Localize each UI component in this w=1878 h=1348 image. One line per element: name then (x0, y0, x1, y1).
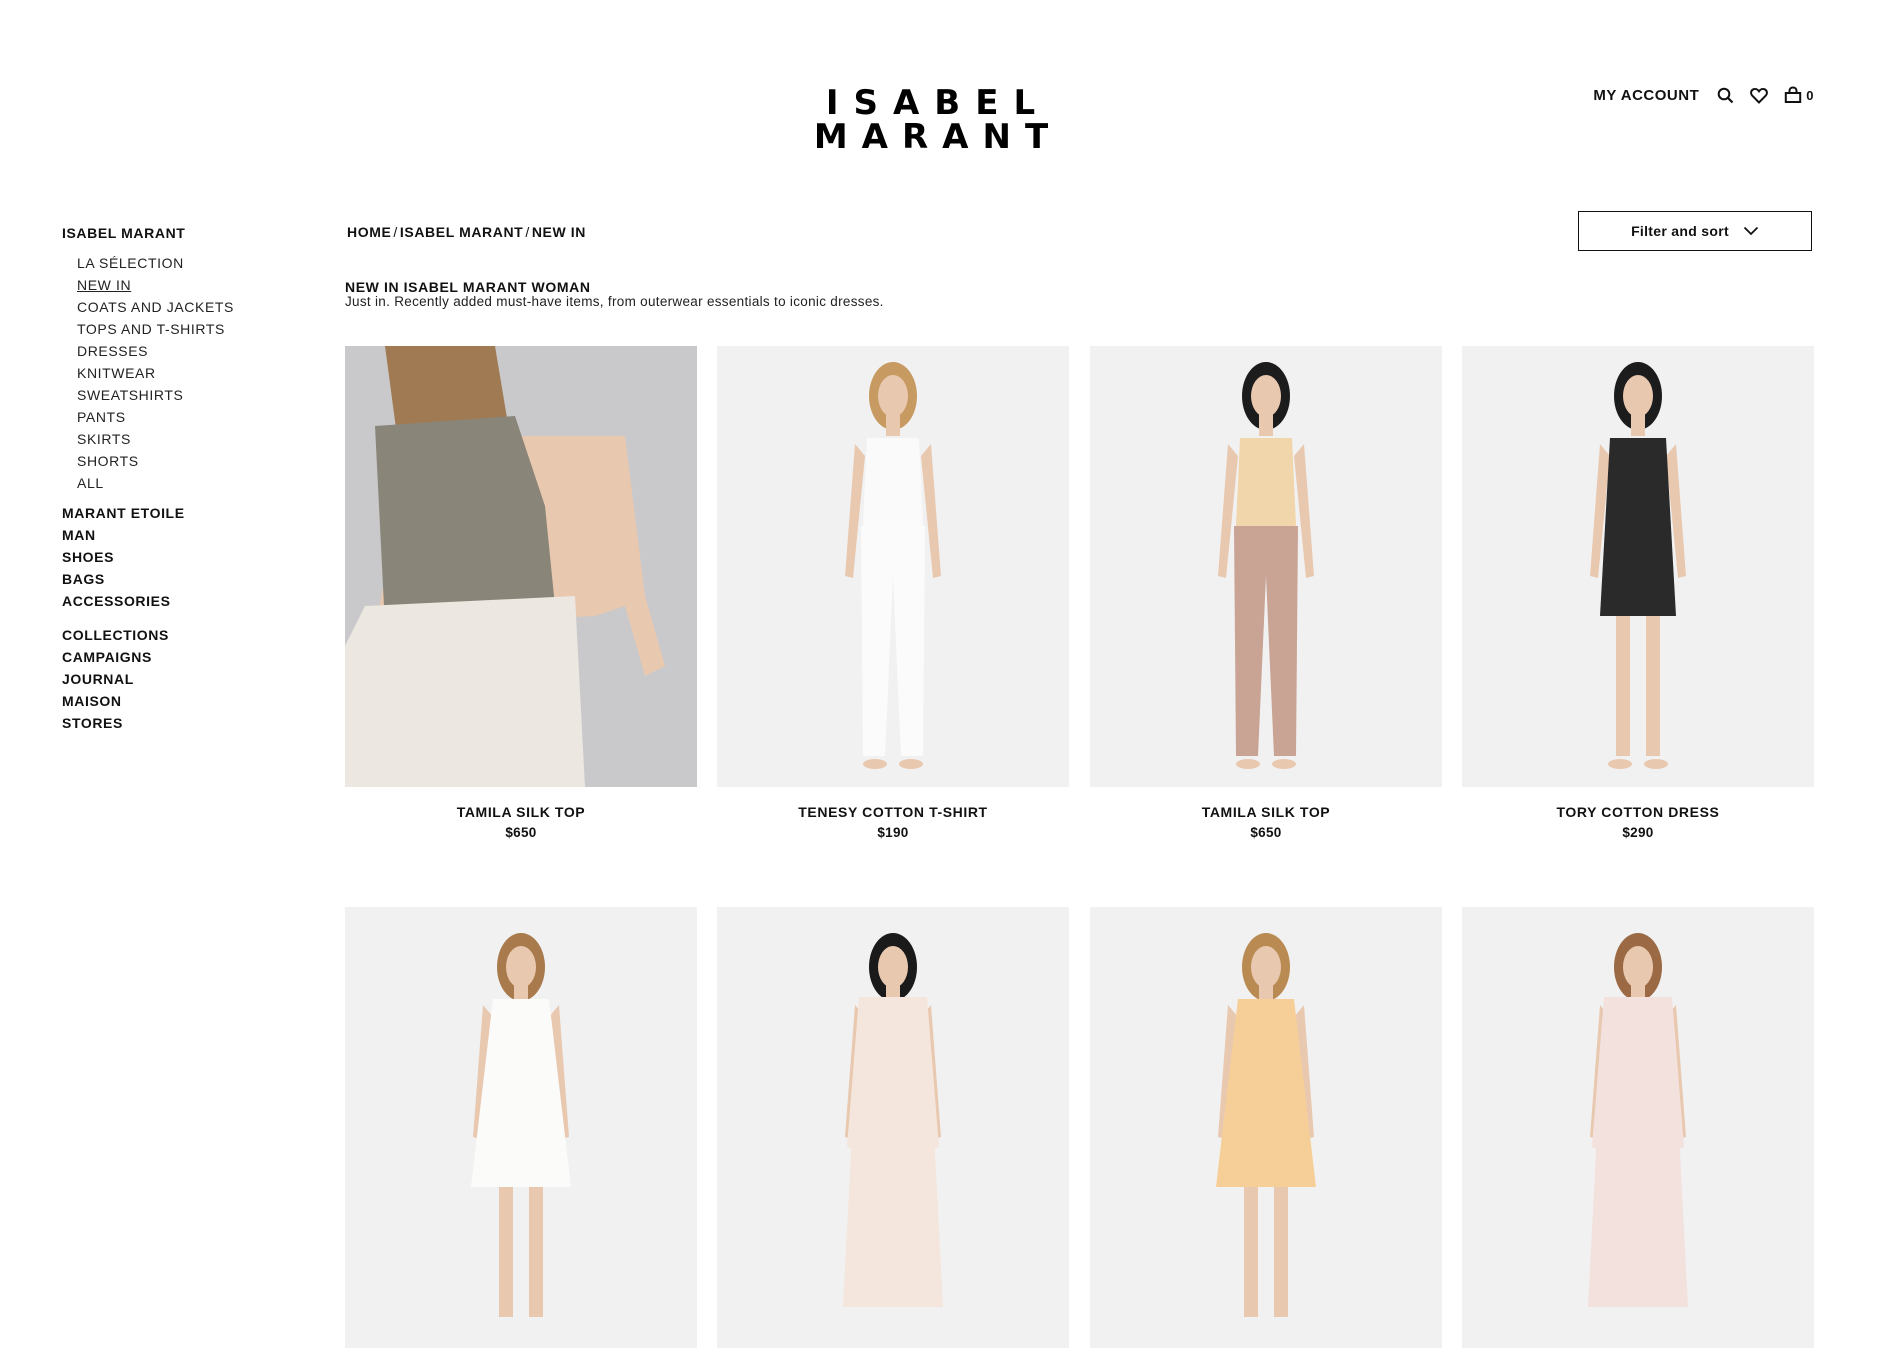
sidebar-nav: ISABEL MARANT LA SÉLECTION NEW IN COATS … (62, 222, 292, 734)
model-photo (345, 346, 697, 787)
product-price: $290 (1622, 825, 1654, 840)
sidebar-item-new-in[interactable]: NEW IN (77, 274, 292, 296)
product-name[interactable]: TAMILA SILK TOP (345, 804, 697, 820)
sidebar-item-shorts[interactable]: SHORTS (77, 450, 292, 472)
sidebar-item-skirts[interactable]: SKIRTS (77, 428, 292, 450)
product-price: $190 (877, 825, 909, 840)
sidebar-item-journal[interactable]: JOURNAL (62, 668, 292, 690)
sidebar-item-tops-and-tshirts[interactable]: TOPS AND T-SHIRTS (77, 318, 292, 340)
product-image[interactable] (717, 907, 1069, 1348)
product-image[interactable] (1462, 346, 1814, 787)
page-description: Just in. Recently added must-have items,… (345, 294, 884, 309)
product-card[interactable]: TAMILA SILK TOP $650 (345, 346, 697, 840)
sidebar-item-coats-and-jackets[interactable]: COATS AND JACKETS (77, 296, 292, 318)
my-account-link[interactable]: MY ACCOUNT (1593, 87, 1699, 104)
logo-line-1: ISABEL (825, 83, 1051, 123)
sidebar-item-marant-etoile[interactable]: MARANT ETOILE (62, 502, 292, 524)
model-photo (1462, 907, 1814, 1348)
model-photo (1090, 346, 1442, 787)
product-card[interactable] (1090, 907, 1442, 1348)
sidebar-item-stores[interactable]: STORES (62, 712, 292, 734)
filter-and-sort-button[interactable]: Filter and sort (1578, 211, 1812, 251)
filter-label: Filter and sort (1631, 223, 1729, 239)
product-card[interactable]: TORY COTTON DRESS $290 (1462, 346, 1814, 840)
sidebar-item-la-selection[interactable]: LA SÉLECTION (77, 252, 292, 274)
product-card[interactable]: TENESY COTTON T-SHIRT $190 (717, 346, 1069, 840)
product-name[interactable]: TENESY COTTON T-SHIRT (717, 804, 1069, 820)
sidebar-item-maison[interactable]: MAISON (62, 690, 292, 712)
heart-icon[interactable] (1749, 85, 1769, 105)
model-photo (1462, 346, 1814, 787)
cart-count: 0 (1806, 87, 1814, 103)
sidebar-item-pants[interactable]: PANTS (77, 406, 292, 428)
sidebar-item-dresses[interactable]: DRESSES (77, 340, 292, 362)
product-card[interactable] (717, 907, 1069, 1348)
product-image[interactable] (1090, 907, 1442, 1348)
product-name[interactable]: TORY COTTON DRESS (1462, 804, 1814, 820)
model-photo (717, 346, 1069, 787)
sidebar-item-collections[interactable]: COLLECTIONS (62, 624, 292, 646)
sidebar-item-man[interactable]: MAN (62, 524, 292, 546)
sidebar-item-sweatshirts[interactable]: SWEATSHIRTS (77, 384, 292, 406)
product-image[interactable] (345, 346, 697, 787)
product-image[interactable] (345, 907, 697, 1348)
sidebar-item-isabel-marant[interactable]: ISABEL MARANT (62, 222, 292, 244)
product-card[interactable] (345, 907, 697, 1348)
product-image[interactable] (717, 346, 1069, 787)
sidebar-sub-list: LA SÉLECTION NEW IN COATS AND JACKETS TO… (62, 252, 292, 494)
bag-icon (1783, 85, 1803, 105)
product-card[interactable] (1462, 907, 1814, 1348)
search-icon[interactable] (1715, 85, 1735, 105)
model-photo (717, 907, 1069, 1348)
product-price: $650 (505, 825, 537, 840)
product-name[interactable]: TAMILA SILK TOP (1090, 804, 1442, 820)
breadcrumb-new-in[interactable]: NEW IN (532, 224, 586, 240)
model-photo (345, 907, 697, 1348)
sidebar-item-shoes[interactable]: SHOES (62, 546, 292, 568)
breadcrumb-isabel-marant[interactable]: ISABEL MARANT (400, 224, 523, 240)
sidebar-item-knitwear[interactable]: KNITWEAR (77, 362, 292, 384)
brand-logo[interactable]: ISABEL MARANT (789, 86, 1073, 154)
logo-line-2: MARANT (813, 117, 1063, 157)
breadcrumb: HOME / ISABEL MARANT / NEW IN (347, 224, 586, 240)
product-image[interactable] (1462, 907, 1814, 1348)
breadcrumb-separator: / (393, 224, 398, 240)
sidebar-item-campaigns[interactable]: CAMPAIGNS (62, 646, 292, 668)
product-price: $650 (1250, 825, 1282, 840)
header-actions: MY ACCOUNT 0 (1593, 85, 1814, 105)
sidebar-group-primary: MARANT ETOILE MAN SHOES BAGS ACCESSORIES (62, 502, 292, 612)
product-image[interactable] (1090, 346, 1442, 787)
sidebar-item-bags[interactable]: BAGS (62, 568, 292, 590)
breadcrumb-home[interactable]: HOME (347, 224, 391, 240)
cart-button[interactable]: 0 (1783, 85, 1814, 105)
product-card[interactable]: TAMILA SILK TOP $650 (1090, 346, 1442, 840)
sidebar-item-all[interactable]: ALL (77, 472, 292, 494)
model-photo (1090, 907, 1442, 1348)
sidebar-group-secondary: COLLECTIONS CAMPAIGNS JOURNAL MAISON STO… (62, 624, 292, 734)
page-title: NEW IN ISABEL MARANT WOMAN (345, 279, 591, 295)
chevron-down-icon (1743, 223, 1759, 239)
breadcrumb-separator: / (525, 224, 530, 240)
sidebar-item-accessories[interactable]: ACCESSORIES (62, 590, 292, 612)
